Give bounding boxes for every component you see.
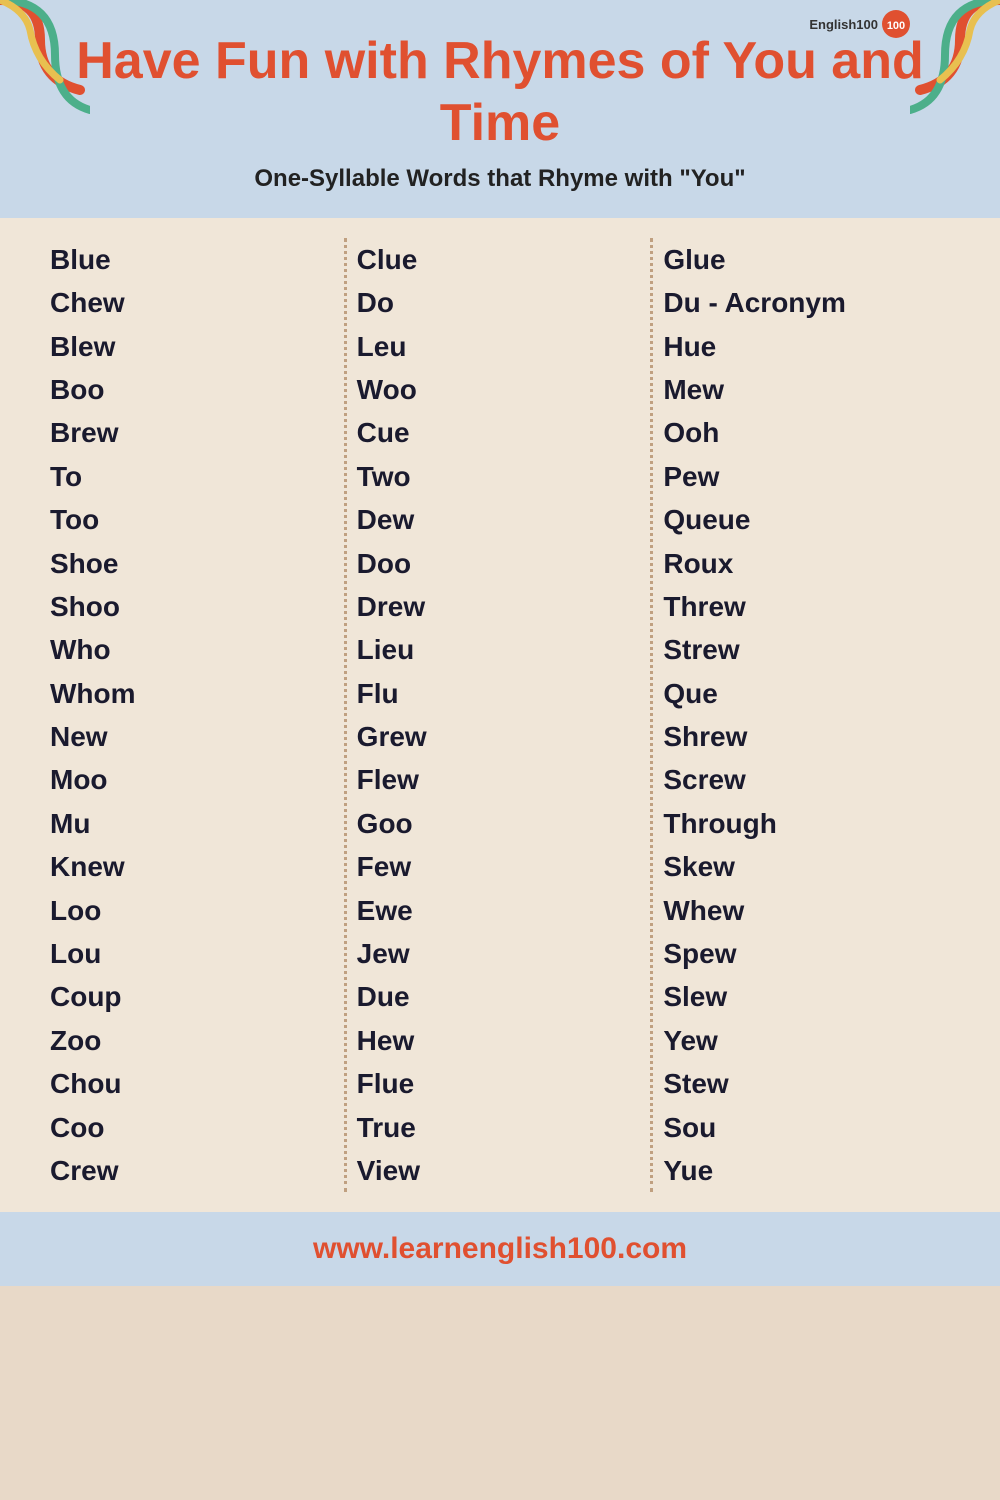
badge-label: English100 bbox=[809, 17, 878, 32]
list-item: View bbox=[357, 1149, 644, 1192]
list-item: Sou bbox=[663, 1106, 950, 1149]
badge-icon: 100 bbox=[882, 10, 910, 38]
list-item: Mu bbox=[50, 802, 337, 845]
page-subtitle: One-Syllable Words that Rhyme with "You" bbox=[20, 165, 980, 193]
list-item: Loo bbox=[50, 889, 337, 932]
list-item: Two bbox=[357, 455, 644, 498]
list-item: Shrew bbox=[663, 715, 950, 758]
word-columns: BlueChewBlewBooBrewToTooShoeShooWhoWhomN… bbox=[40, 238, 960, 1193]
list-item: Yew bbox=[663, 1019, 950, 1062]
list-item: Blew bbox=[50, 325, 337, 368]
list-item: Shoe bbox=[50, 542, 337, 585]
list-item: Jew bbox=[357, 932, 644, 975]
list-item: Mew bbox=[663, 368, 950, 411]
subtitle-pre: One- bbox=[254, 165, 309, 192]
list-item: Whew bbox=[663, 889, 950, 932]
list-item: Stew bbox=[663, 1062, 950, 1105]
list-item: Hew bbox=[357, 1019, 644, 1062]
list-item: Flu bbox=[357, 672, 644, 715]
list-item: Due bbox=[357, 975, 644, 1018]
list-item: Skew bbox=[663, 845, 950, 888]
list-item: Grew bbox=[357, 715, 644, 758]
list-item: Spew bbox=[663, 932, 950, 975]
list-item: Crew bbox=[50, 1149, 337, 1192]
list-item: Doo bbox=[357, 542, 644, 585]
corner-decoration-tl bbox=[0, 0, 90, 130]
list-item: Du - Acronym bbox=[663, 281, 950, 324]
page-title: Have Fun with Rhymes of You and Time bbox=[20, 30, 980, 155]
footer: www.learnenglish100.com bbox=[0, 1212, 1000, 1286]
list-item: Ewe bbox=[357, 889, 644, 932]
list-item: True bbox=[357, 1106, 644, 1149]
list-item: Lieu bbox=[357, 628, 644, 671]
list-item: Pew bbox=[663, 455, 950, 498]
list-item: Coo bbox=[50, 1106, 337, 1149]
list-item: New bbox=[50, 715, 337, 758]
list-item: Ooh bbox=[663, 411, 950, 454]
list-item: Strew bbox=[663, 628, 950, 671]
list-item: Dew bbox=[357, 498, 644, 541]
list-item: Screw bbox=[663, 758, 950, 801]
column-1: BlueChewBlewBooBrewToTooShoeShooWhoWhomN… bbox=[40, 238, 347, 1193]
main-content: BlueChewBlewBooBrewToTooShoeShooWhoWhomN… bbox=[0, 218, 1000, 1213]
list-item: Moo bbox=[50, 758, 337, 801]
list-item: Drew bbox=[357, 585, 644, 628]
list-item: To bbox=[50, 455, 337, 498]
list-item: Flew bbox=[357, 758, 644, 801]
list-item: Who bbox=[50, 628, 337, 671]
list-item: Whom bbox=[50, 672, 337, 715]
list-item: Leu bbox=[357, 325, 644, 368]
list-item: Glue bbox=[663, 238, 950, 281]
list-item: Threw bbox=[663, 585, 950, 628]
corner-decoration-tr bbox=[910, 0, 1000, 130]
list-item: Chou bbox=[50, 1062, 337, 1105]
list-item: Shoo bbox=[50, 585, 337, 628]
list-item: Roux bbox=[663, 542, 950, 585]
list-item: Slew bbox=[663, 975, 950, 1018]
header: English100 100 Have Fun with Rhymes of Y… bbox=[0, 0, 1000, 218]
footer-url: www.learnenglish100.com bbox=[313, 1232, 687, 1265]
list-item: Brew bbox=[50, 411, 337, 454]
list-item: Chew bbox=[50, 281, 337, 324]
list-item: Coup bbox=[50, 975, 337, 1018]
column-3: GlueDu - AcronymHueMewOohPewQueueRouxThr… bbox=[653, 238, 960, 1193]
list-item: Few bbox=[357, 845, 644, 888]
column-2: ClueDoLeuWooCueTwoDewDooDrewLieuFluGrewF… bbox=[347, 238, 654, 1193]
list-item: Queue bbox=[663, 498, 950, 541]
list-item: Hue bbox=[663, 325, 950, 368]
subtitle-bold: Syllable Words that Rhyme with "You" bbox=[309, 165, 746, 192]
list-item: Que bbox=[663, 672, 950, 715]
list-item: Goo bbox=[357, 802, 644, 845]
list-item: Flue bbox=[357, 1062, 644, 1105]
list-item: Boo bbox=[50, 368, 337, 411]
svg-text:100: 100 bbox=[887, 20, 905, 32]
list-item: Yue bbox=[663, 1149, 950, 1192]
list-item: Blue bbox=[50, 238, 337, 281]
list-item: Knew bbox=[50, 845, 337, 888]
list-item: Through bbox=[663, 802, 950, 845]
list-item: Do bbox=[357, 281, 644, 324]
list-item: Clue bbox=[357, 238, 644, 281]
list-item: Cue bbox=[357, 411, 644, 454]
brand-badge: English100 100 bbox=[809, 10, 910, 38]
list-item: Lou bbox=[50, 932, 337, 975]
list-item: Too bbox=[50, 498, 337, 541]
list-item: Woo bbox=[357, 368, 644, 411]
list-item: Zoo bbox=[50, 1019, 337, 1062]
